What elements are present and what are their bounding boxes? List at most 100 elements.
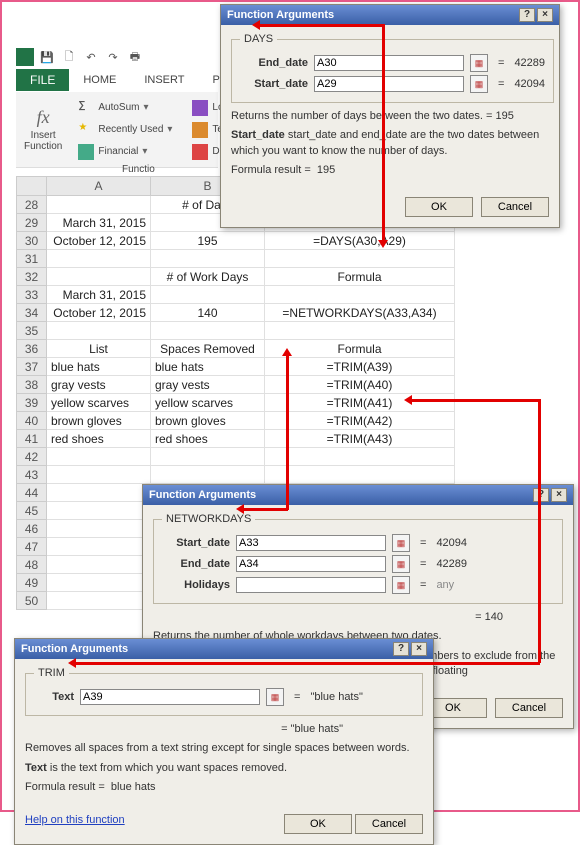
cell[interactable]: =TRIM(A41) xyxy=(265,394,455,412)
cell[interactable] xyxy=(47,322,151,340)
print-icon[interactable]: 🖶 xyxy=(126,48,144,66)
range-picker-icon[interactable]: ▦ xyxy=(392,534,410,552)
cell[interactable] xyxy=(265,250,455,268)
cell[interactable]: yellow scarves xyxy=(47,394,151,412)
cell[interactable]: =TRIM(A42) xyxy=(265,412,455,430)
row-header[interactable]: 43 xyxy=(17,466,47,484)
row-header[interactable]: 41 xyxy=(17,430,47,448)
cell[interactable] xyxy=(151,466,265,484)
cell[interactable]: blue hats xyxy=(47,358,151,376)
row-header[interactable]: 29 xyxy=(17,214,47,232)
nw-holidays-input[interactable] xyxy=(236,577,386,593)
cell[interactable] xyxy=(151,322,265,340)
row-header[interactable]: 32 xyxy=(17,268,47,286)
cell[interactable]: brown gloves xyxy=(47,412,151,430)
cell[interactable] xyxy=(151,448,265,466)
cell[interactable] xyxy=(47,520,151,538)
recently-used-button[interactable]: ★ Recently Used ▾ xyxy=(74,120,176,140)
tab-file[interactable]: FILE xyxy=(16,69,69,91)
row-header[interactable]: 49 xyxy=(17,574,47,592)
undo-icon[interactable]: ↶ xyxy=(82,48,100,66)
help-link[interactable]: Help on this function xyxy=(25,814,125,834)
help-icon[interactable]: ? xyxy=(533,488,549,502)
range-picker-icon[interactable]: ▦ xyxy=(470,54,488,72)
cancel-button[interactable]: Cancel xyxy=(481,197,549,217)
financial-button[interactable]: Financial ▾ xyxy=(74,142,151,162)
cell[interactable] xyxy=(47,484,151,502)
tab-home[interactable]: HOME xyxy=(69,70,130,90)
close-icon[interactable]: × xyxy=(411,642,427,656)
cell[interactable]: =TRIM(A43) xyxy=(265,430,455,448)
cell[interactable]: October 12, 2015 xyxy=(47,304,151,322)
row-header[interactable]: 46 xyxy=(17,520,47,538)
cell[interactable]: # of Work Days xyxy=(151,268,265,286)
range-picker-icon[interactable]: ▦ xyxy=(392,555,410,573)
row-header[interactable]: 33 xyxy=(17,286,47,304)
cell[interactable] xyxy=(47,538,151,556)
row-header[interactable]: 37 xyxy=(17,358,47,376)
range-picker-icon[interactable]: ▦ xyxy=(392,576,410,594)
cell[interactable]: yellow scarves xyxy=(151,394,265,412)
row-header[interactable]: 28 xyxy=(17,196,47,214)
ok-button[interactable]: OK xyxy=(284,814,352,834)
range-picker-icon[interactable]: ▦ xyxy=(470,75,488,93)
cancel-button[interactable]: Cancel xyxy=(495,698,563,718)
end-date-input[interactable] xyxy=(314,55,464,71)
cell[interactable]: gray vests xyxy=(47,376,151,394)
cell[interactable] xyxy=(47,448,151,466)
cell[interactable] xyxy=(151,286,265,304)
cell[interactable] xyxy=(265,286,455,304)
ok-button[interactable]: OK xyxy=(405,197,473,217)
row-header[interactable]: 44 xyxy=(17,484,47,502)
redo-icon[interactable]: ↷ xyxy=(104,48,122,66)
row-header[interactable]: 35 xyxy=(17,322,47,340)
row-header[interactable]: 47 xyxy=(17,538,47,556)
start-date-input[interactable] xyxy=(314,76,464,92)
cell[interactable] xyxy=(265,448,455,466)
cell[interactable]: gray vests xyxy=(151,376,265,394)
cell[interactable] xyxy=(47,466,151,484)
col-header-a[interactable]: A xyxy=(47,177,151,196)
cell[interactable]: 195 xyxy=(151,232,265,250)
cell[interactable] xyxy=(47,268,151,286)
help-icon[interactable]: ? xyxy=(393,642,409,656)
dialog-titlebar[interactable]: Function Arguments ?× xyxy=(15,639,433,659)
cell[interactable]: =DAYS(A30,A29) xyxy=(265,232,455,250)
cell[interactable]: Formula xyxy=(265,268,455,286)
cell[interactable] xyxy=(47,196,151,214)
trim-text-input[interactable] xyxy=(80,689,260,705)
tab-insert[interactable]: INSERT xyxy=(130,70,198,90)
save-icon[interactable]: 💾 xyxy=(38,48,56,66)
cell[interactable]: red shoes xyxy=(47,430,151,448)
close-icon[interactable]: × xyxy=(551,488,567,502)
cancel-button[interactable]: Cancel xyxy=(355,814,423,834)
cell[interactable] xyxy=(47,556,151,574)
dialog-titlebar[interactable]: Function Arguments ?× xyxy=(221,5,559,25)
row-header[interactable]: 50 xyxy=(17,592,47,610)
cell[interactable] xyxy=(47,502,151,520)
row-header[interactable]: 38 xyxy=(17,376,47,394)
cell[interactable] xyxy=(47,250,151,268)
cell[interactable]: =TRIM(A39) xyxy=(265,358,455,376)
cell[interactable]: =TRIM(A40) xyxy=(265,376,455,394)
row-header[interactable]: 34 xyxy=(17,304,47,322)
cell[interactable]: March 31, 2015 xyxy=(47,214,151,232)
row-header[interactable]: 45 xyxy=(17,502,47,520)
cell[interactable] xyxy=(151,250,265,268)
cell[interactable]: blue hats xyxy=(151,358,265,376)
insert-function-button[interactable]: fx Insert Function xyxy=(20,96,66,163)
cell[interactable] xyxy=(47,574,151,592)
cell[interactable] xyxy=(47,592,151,610)
row-header[interactable]: 36 xyxy=(17,340,47,358)
help-icon[interactable]: ? xyxy=(519,8,535,22)
row-header[interactable]: 48 xyxy=(17,556,47,574)
cell[interactable]: red shoes xyxy=(151,430,265,448)
cell[interactable]: 140 xyxy=(151,304,265,322)
nw-start-input[interactable] xyxy=(236,535,386,551)
cell[interactable]: Spaces Removed xyxy=(151,340,265,358)
dialog-titlebar[interactable]: Function Arguments ?× xyxy=(143,485,573,505)
autosum-button[interactable]: ∑ AutoSum ▾ xyxy=(74,98,152,118)
cell[interactable] xyxy=(265,466,455,484)
cell[interactable]: =NETWORKDAYS(A33,A34) xyxy=(265,304,455,322)
range-picker-icon[interactable]: ▦ xyxy=(266,688,284,706)
